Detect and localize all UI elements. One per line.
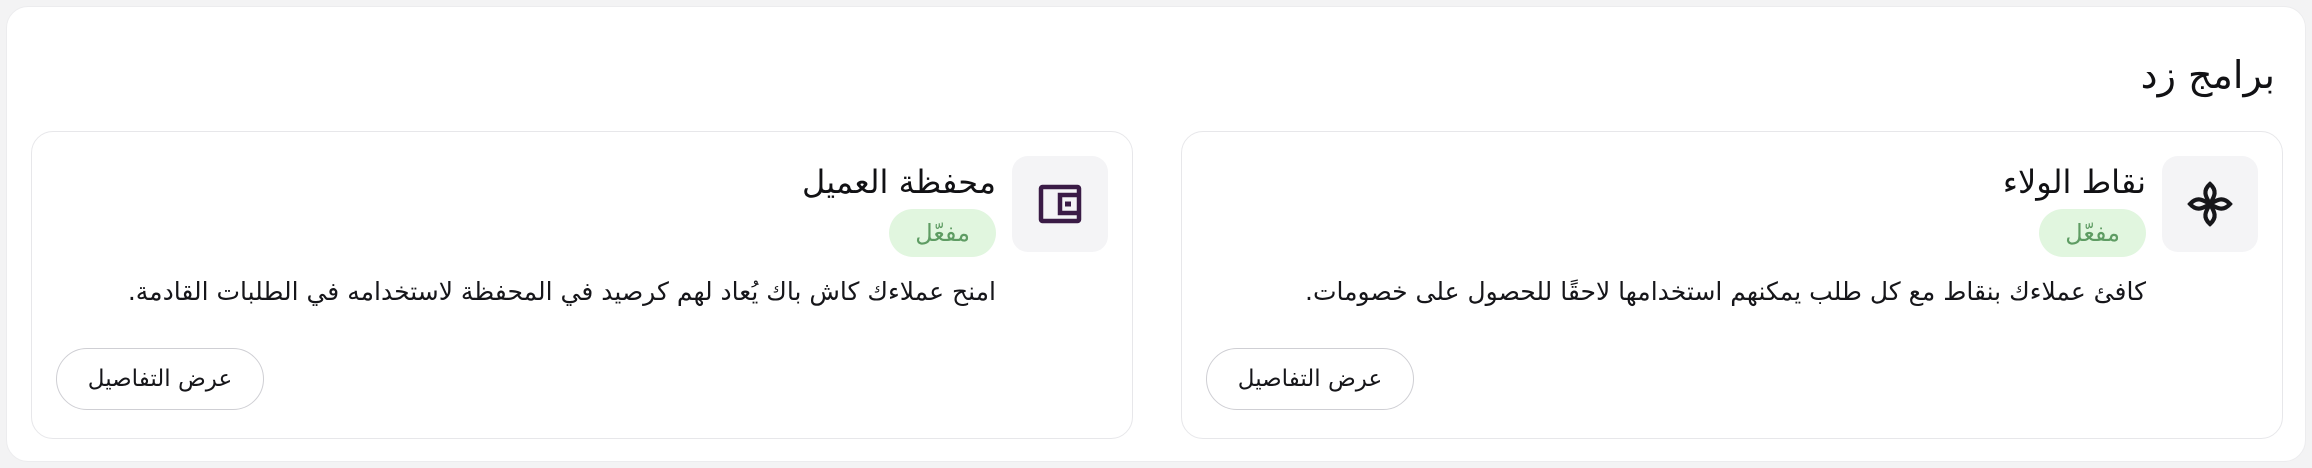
status-badge: مفعّل xyxy=(2039,209,2146,257)
wallet-icon xyxy=(1012,156,1108,252)
loyalty-points-card: نقاط الولاء مفعّل كافئ عملاءك بنقاط مع ك… xyxy=(1181,131,2283,439)
panel-title: برامج زد xyxy=(2140,53,2275,97)
card-title: نقاط الولاء xyxy=(2002,163,2146,201)
card-description: كافئ عملاءك بنقاط مع كل طلب يمكنهم استخد… xyxy=(1305,277,2146,306)
customer-wallet-card: محفظة العميل مفعّل امنح عملاءك كاش باك ي… xyxy=(31,131,1133,439)
status-badge: مفعّل xyxy=(889,209,996,257)
view-details-button[interactable]: عرض التفاصيل xyxy=(56,348,264,410)
view-details-button[interactable]: عرض التفاصيل xyxy=(1206,348,1414,410)
card-title: محفظة العميل xyxy=(801,163,996,201)
zid-programs-panel: برامج زد نقاط الولاء مفعّل كافئ عملاءك ب… xyxy=(6,6,2306,462)
loyalty-knot-icon xyxy=(2162,156,2258,252)
card-description: امنح عملاءك كاش باك يُعاد لهم كرصيد في ا… xyxy=(127,277,996,306)
